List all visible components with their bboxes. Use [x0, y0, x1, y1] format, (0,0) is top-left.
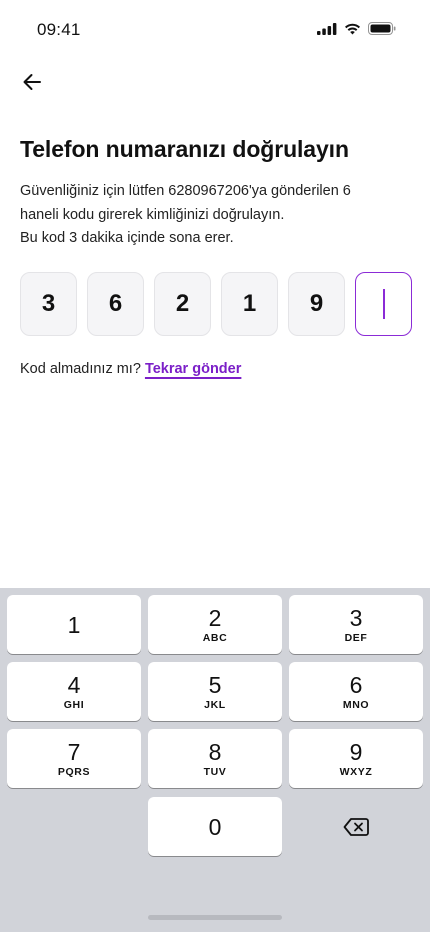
- key-1[interactable]: 1: [7, 595, 141, 654]
- description-line: Bu kod 3 dakika içinde sona erer.: [20, 230, 234, 246]
- key-0[interactable]: 0: [148, 797, 282, 856]
- numeric-keyboard: 1 2 ABC 3 DEF 4 GHI 5 JKL 6 MNO 7 PQRS 8…: [0, 588, 430, 932]
- otp-input: 3 6 2 1 9: [20, 272, 412, 336]
- otp-digit-2[interactable]: 6: [87, 272, 144, 336]
- key-3[interactable]: 3 DEF: [289, 595, 423, 654]
- backspace-icon: [343, 817, 369, 836]
- description-line: haneli kodu girerek kimliğinizi doğrulay…: [20, 206, 285, 223]
- key-8[interactable]: 8 TUV: [148, 729, 282, 788]
- otp-digit-3[interactable]: 2: [154, 272, 211, 336]
- key-letters: GHI: [63, 698, 85, 711]
- key-letters: MNO: [342, 698, 370, 711]
- otp-digit-4[interactable]: 1: [221, 272, 278, 336]
- key-5[interactable]: 5 JKL: [148, 662, 282, 721]
- otp-digit-1[interactable]: 3: [20, 272, 77, 336]
- key-number: 0: [208, 813, 222, 840]
- otp-digit-6[interactable]: [355, 272, 412, 336]
- key-number: 3: [349, 604, 363, 631]
- back-button[interactable]: [18, 68, 46, 96]
- key-letters: WXYZ: [339, 765, 373, 778]
- battery-icon: [368, 22, 396, 35]
- page-title: Telefon numaranızı doğrulayın: [20, 136, 349, 162]
- key-9[interactable]: 9 WXYZ: [289, 729, 423, 788]
- delete-key[interactable]: [289, 797, 423, 856]
- otp-digit-5[interactable]: 9: [288, 272, 345, 336]
- resend-row: Kod almadınız mı? Tekrar gönder: [20, 361, 241, 377]
- key-number: 6: [349, 671, 363, 698]
- key-7[interactable]: 7 PQRS: [7, 729, 141, 788]
- wifi-icon: [345, 23, 360, 34]
- key-6[interactable]: 6 MNO: [289, 662, 423, 721]
- home-indicator: [148, 915, 282, 920]
- key-letters: DEF: [344, 631, 368, 644]
- key-number: 1: [67, 611, 81, 638]
- arrow-left-icon: [23, 74, 41, 90]
- status-icons: [317, 22, 396, 35]
- key-letters: TUV: [203, 765, 227, 778]
- key-number: 4: [67, 671, 81, 698]
- status-bar: 09:41: [0, 0, 430, 60]
- key-number: 8: [208, 738, 222, 765]
- text-caret: [382, 289, 385, 319]
- description: Güvenliğiniz için lütfen 6280967206'ya g…: [20, 180, 415, 251]
- key-letters: ABC: [202, 631, 228, 644]
- description-line: Güvenliğiniz için lütfen 6280967206'ya g…: [20, 183, 351, 199]
- status-time: 09:41: [37, 20, 81, 39]
- cellular-signal-icon: [317, 22, 337, 35]
- key-4[interactable]: 4 GHI: [7, 662, 141, 721]
- key-2[interactable]: 2 ABC: [148, 595, 282, 654]
- key-number: 2: [208, 604, 222, 631]
- key-letters: PQRS: [57, 765, 91, 778]
- resend-prompt: Kod almadınız mı?: [20, 361, 141, 377]
- resend-link[interactable]: Tekrar gönder: [145, 361, 241, 377]
- key-number: 7: [67, 738, 81, 765]
- key-number: 9: [349, 738, 363, 765]
- key-number: 5: [208, 671, 222, 698]
- key-letters: JKL: [204, 698, 226, 711]
